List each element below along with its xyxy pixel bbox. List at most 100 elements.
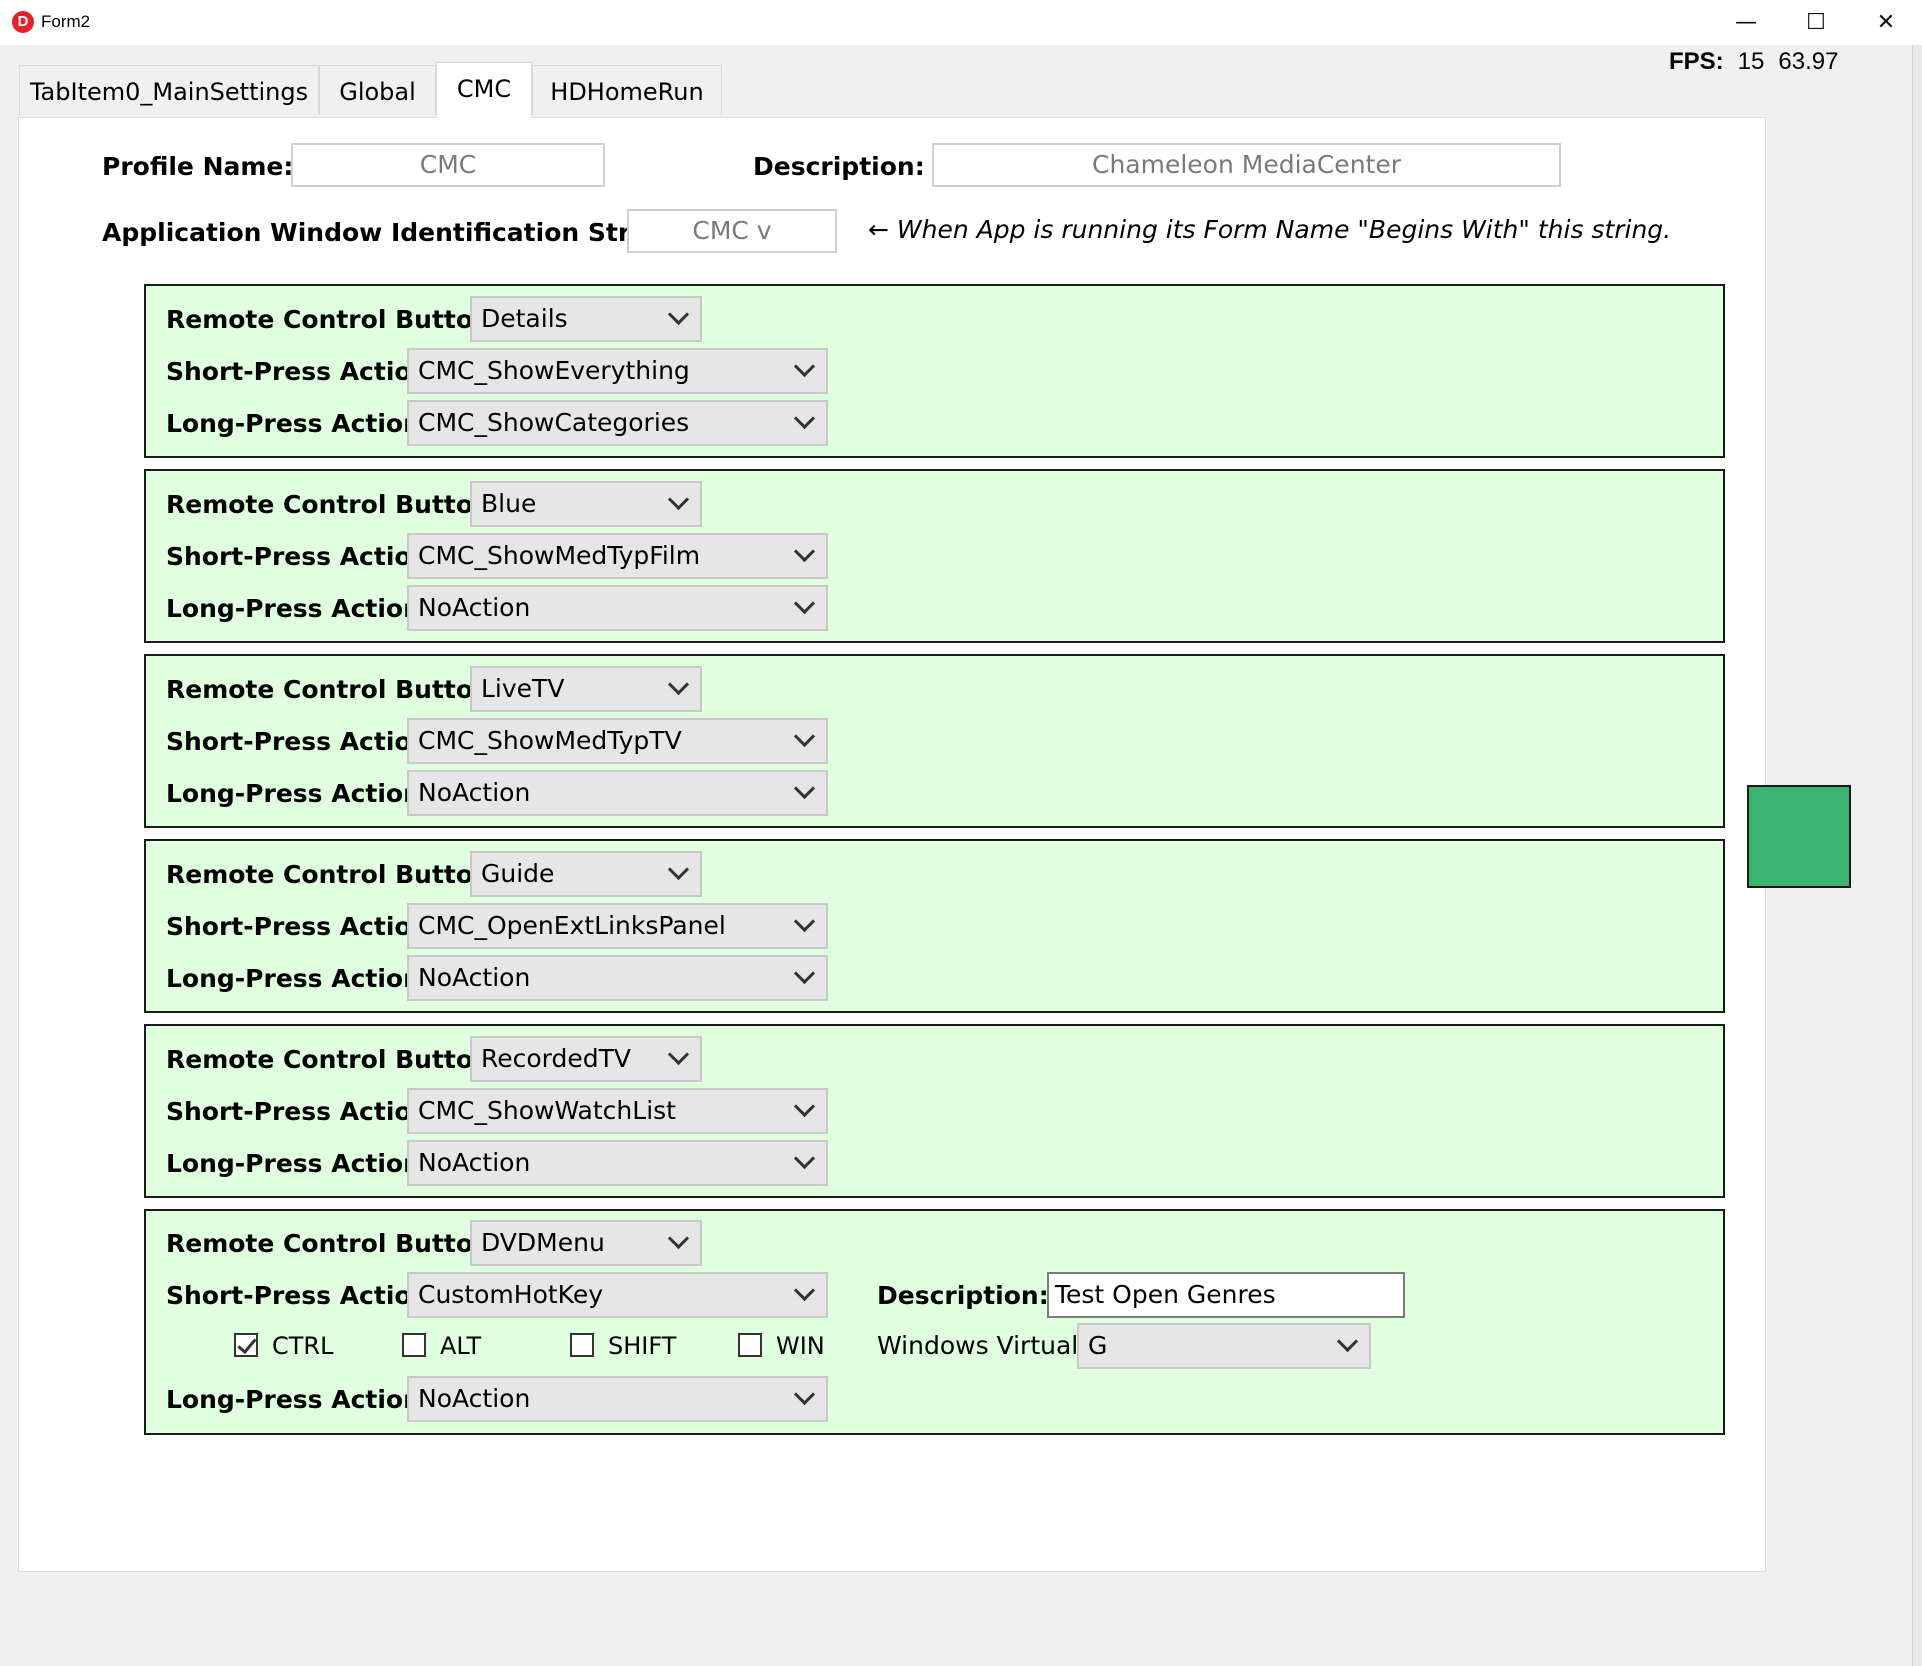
chevron-down-icon (667, 303, 690, 326)
ctrl-label: CTRL (272, 1332, 334, 1360)
remote-button-label: Remote Control Button: (166, 1229, 501, 1258)
mapping-panel-4: Remote Control Button: Guide Short-Press… (144, 839, 1725, 1013)
short-press-label: Short-Press Action: (166, 1097, 440, 1126)
chevron-down-icon (793, 725, 816, 748)
mapping-panel-3: Remote Control Button: LiveTV Short-Pres… (144, 654, 1725, 828)
short-press-select[interactable]: CMC_ShowMedTypTV (407, 718, 828, 764)
fps-value-2: 63.97 (1778, 48, 1839, 75)
short-press-select[interactable]: CMC_ShowEverything (407, 348, 828, 394)
close-button[interactable]: ✕ (1851, 0, 1921, 45)
chevron-down-icon (793, 355, 816, 378)
shift-label: SHIFT (608, 1332, 677, 1360)
profile-description-label: Description: (753, 152, 925, 181)
title-bar (0, 0, 1922, 45)
remote-button-select[interactable]: RecordedTV (470, 1036, 702, 1082)
chevron-down-icon (667, 488, 690, 511)
remote-button-label: Remote Control Button: (166, 860, 501, 889)
short-press-select[interactable]: CMC_ShowMedTypFilm (407, 533, 828, 579)
mapping-panel-2: Remote Control Button: Blue Short-Press … (144, 469, 1725, 643)
fps-value-1: 15 (1737, 48, 1765, 75)
minimize-button[interactable]: — (1711, 0, 1781, 45)
profile-name-label: Profile Name: (102, 152, 294, 181)
checkbox-checked-icon (234, 1333, 258, 1357)
long-press-select[interactable]: CMC_ShowCategories (407, 400, 828, 446)
short-press-label: Short-Press Action: (166, 912, 440, 941)
long-press-value: NoAction (418, 778, 531, 807)
window-title: Form2 (41, 12, 91, 31)
remote-button-value: Details (481, 304, 568, 333)
long-press-select[interactable]: NoAction (407, 770, 828, 816)
long-press-select[interactable]: NoAction (407, 585, 828, 631)
chevron-down-icon (793, 1383, 816, 1406)
fps-label: FPS: (1669, 48, 1724, 75)
remote-button-select[interactable]: DVDMenu (470, 1220, 702, 1266)
remote-button-label: Remote Control Button: (166, 490, 501, 519)
chevron-down-icon (793, 962, 816, 985)
short-press-value: CMC_ShowEverything (418, 356, 690, 385)
tab-hdhomerun[interactable]: HDHomeRun (532, 65, 722, 115)
chevron-down-icon (667, 1227, 690, 1250)
chevron-down-icon (667, 858, 690, 881)
short-press-row: Short-Press Action: CustomHotKey Descrip… (166, 1272, 1566, 1318)
tab-global[interactable]: Global (319, 65, 436, 115)
long-press-value: CMC_ShowCategories (418, 408, 690, 437)
chevron-down-icon (667, 1043, 690, 1066)
short-press-value: CMC_OpenExtLinksPanel (418, 911, 726, 940)
short-press-select[interactable]: CMC_OpenExtLinksPanel (407, 903, 828, 949)
short-press-label: Short-Press Action: (166, 727, 440, 756)
short-press-select[interactable]: CustomHotKey (407, 1272, 828, 1318)
chevron-down-icon (793, 592, 816, 615)
virtual-key-value: G (1088, 1331, 1108, 1360)
short-press-label: Short-Press Action: (166, 357, 440, 386)
short-press-label: Short-Press Action: (166, 1281, 440, 1310)
remote-button-value: Blue (481, 489, 537, 518)
fps-readout: FPS: 15 63.97 (1669, 48, 1838, 76)
long-press-label: Long-Press Action: (166, 1149, 431, 1178)
hotkey-description-label: Description: (877, 1281, 1049, 1310)
short-press-value: CustomHotKey (418, 1280, 603, 1309)
profile-name-input[interactable]: CMC (291, 143, 605, 187)
long-press-value: NoAction (418, 1148, 531, 1177)
short-press-select[interactable]: CMC_ShowWatchList (407, 1088, 828, 1134)
remote-button-value: DVDMenu (481, 1228, 605, 1257)
chevron-down-icon (1336, 1330, 1359, 1353)
short-press-label: Short-Press Action: (166, 542, 440, 571)
chevron-down-icon (793, 1279, 816, 1302)
long-press-select[interactable]: NoAction (407, 955, 828, 1001)
remote-button-select[interactable]: Blue (470, 481, 702, 527)
maximize-button[interactable]: ☐ (1781, 0, 1851, 45)
long-press-value: NoAction (418, 963, 531, 992)
long-press-label: Long-Press Action: (166, 964, 431, 993)
remote-button-value: LiveTV (481, 674, 565, 703)
long-press-select[interactable]: NoAction (407, 1140, 828, 1186)
remote-button-select[interactable]: LiveTV (470, 666, 702, 712)
short-press-value: CMC_ShowMedTypFilm (418, 541, 701, 570)
short-press-value: CMC_ShowMedTypTV (418, 726, 682, 755)
checkbox-unchecked-icon (738, 1333, 762, 1357)
app-id-input[interactable]: CMC v (627, 209, 837, 253)
hotkey-description-input[interactable]: Test Open Genres (1047, 1272, 1405, 1318)
remote-button-value: Guide (481, 859, 555, 888)
chevron-down-icon (793, 540, 816, 563)
virtual-key-select[interactable]: G (1077, 1323, 1371, 1369)
short-press-value: CMC_ShowWatchList (418, 1096, 676, 1125)
mapping-panel-6: Remote Control Button: DVDMenu Short-Pre… (144, 1209, 1725, 1435)
remote-button-select[interactable]: Details (470, 296, 702, 342)
mapping-panel-5: Remote Control Button: RecordedTV Short-… (144, 1024, 1725, 1198)
app-id-label: Application Window Identification String… (102, 218, 685, 247)
long-press-label: Long-Press Action: (166, 1385, 431, 1414)
long-press-value: NoAction (418, 1384, 531, 1413)
chevron-down-icon (793, 1147, 816, 1170)
long-press-label: Long-Press Action: (166, 409, 431, 438)
tab-cmc[interactable]: CMC (436, 62, 532, 118)
remote-button-select[interactable]: Guide (470, 851, 702, 897)
tab-mainsettings[interactable]: TabItem0_MainSettings (19, 65, 319, 115)
profile-description-input[interactable]: Chameleon MediaCenter (932, 143, 1561, 187)
mapping-panel-1: Remote Control Button: Details Short-Pre… (144, 284, 1725, 458)
modifier-row: CTRL ALT SHIFT WIN Windows Virtual Key: … (166, 1323, 1566, 1377)
remote-button-label: Remote Control Button: (166, 1045, 501, 1074)
long-press-select[interactable]: NoAction (407, 1376, 828, 1422)
checkbox-unchecked-icon (570, 1333, 594, 1357)
status-indicator (1747, 785, 1851, 888)
chevron-down-icon (793, 407, 816, 430)
